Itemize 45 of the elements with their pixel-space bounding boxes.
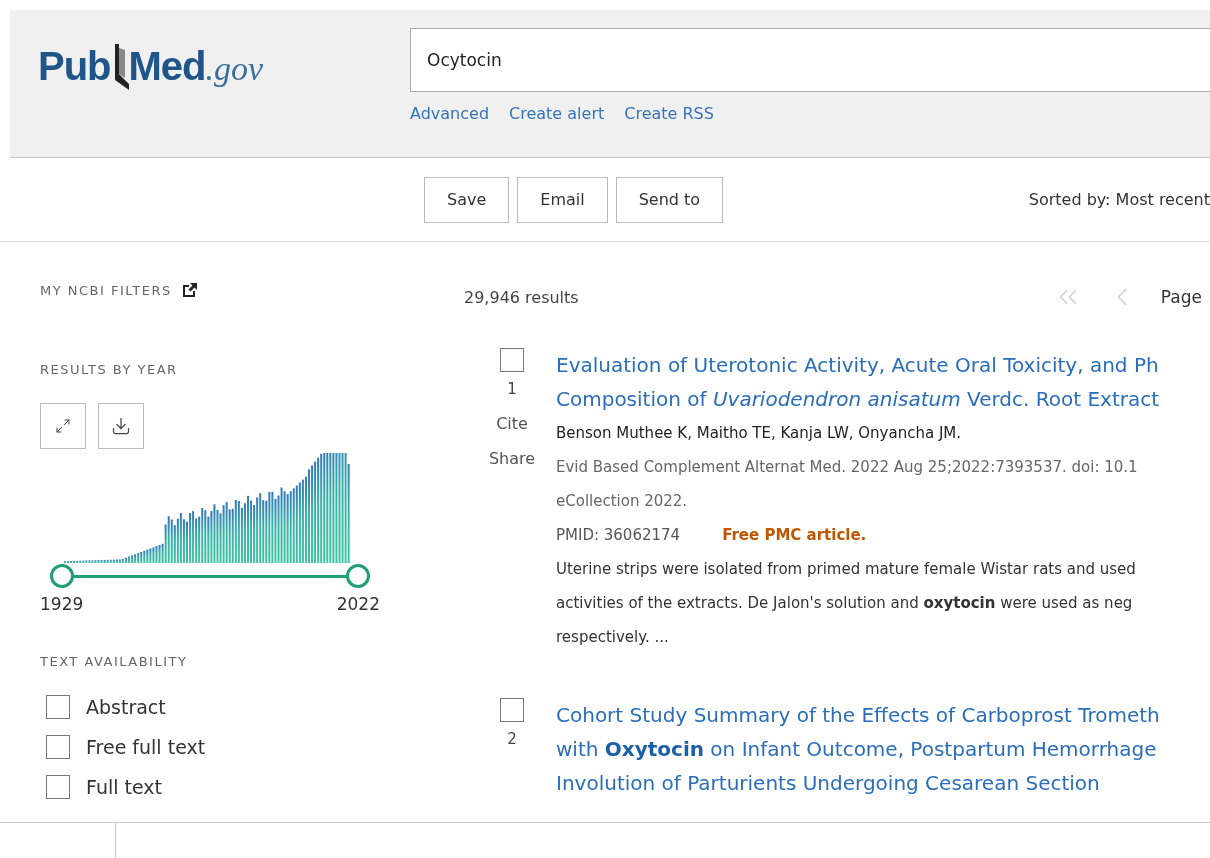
result-snippet: respectively. ...	[556, 627, 670, 648]
pubmed-logo[interactable]: Pub Med.gov	[38, 44, 264, 92]
checkbox[interactable]	[500, 348, 524, 372]
result-title[interactable]: with Oxytocin on Infant Outcome, Postpartum Hemorrhage	[556, 732, 1160, 766]
result-authors: Benson Muthee K, Maitho TE, Kanja LW, Onyancha JM.	[556, 423, 963, 444]
result-title[interactable]: Cohort Study Summary of the Effects of Carboprost Trometh	[556, 698, 1160, 732]
search-field[interactable]: Ocytocin	[410, 28, 1210, 92]
result-citation: eCollection 2022.	[556, 491, 689, 512]
result-action[interactable]: Cite	[496, 414, 528, 433]
filter-label[interactable]: Full text	[86, 776, 163, 798]
slider-handle[interactable]	[346, 564, 370, 588]
result-snippet: activities of the extracts. De Jalon's solution and oxytocin were used as neg	[556, 593, 1134, 614]
checkbox[interactable]	[46, 735, 70, 759]
checkbox[interactable]	[46, 695, 70, 719]
action-button[interactable]: Email	[517, 176, 608, 223]
section-heading: MY NCBI FILTERS	[40, 282, 172, 298]
result-snippet: Uterine strips were isolated from primed mature female Wistar rats and used	[556, 559, 1137, 580]
slider-handle[interactable]	[50, 564, 74, 588]
action-button[interactable]: Save	[424, 176, 510, 223]
checkbox[interactable]	[500, 698, 524, 722]
pmid-label: PMID: 36062174	[556, 525, 681, 546]
year-label: 1929	[40, 594, 84, 614]
result-action[interactable]: Share	[488, 449, 536, 468]
filter-label[interactable]: Free full text	[86, 736, 206, 758]
search-link[interactable]: Create RSS	[624, 104, 714, 123]
result-title[interactable]: Composition of Uvariodendron anisatum Verdc. Root Extract	[556, 382, 1160, 416]
result-number: 1	[507, 380, 517, 398]
search-link[interactable]: Create alert	[509, 104, 605, 123]
result-number: 2	[507, 730, 517, 748]
filter-label[interactable]: Abstract	[86, 696, 166, 718]
free-article-tag: Free PMC article.	[722, 518, 867, 552]
checkbox[interactable]	[46, 775, 70, 799]
section-heading: RESULTS BY YEAR	[40, 362, 178, 377]
section-heading: TEXT AVAILABILITY	[40, 654, 188, 669]
result-citation: Evid Based Complement Alternat Med. 2022 Aug 25;2022:7393537. doi: 10.1	[556, 457, 1139, 478]
sort-label[interactable]: Sorted by: Most recent	[1028, 190, 1210, 209]
result-title[interactable]: Involution of Parturients Undergoing Cesarean Section	[556, 766, 1160, 800]
result-title[interactable]: Evaluation of Uterotonic Activity, Acute Oral Toxicity, and Ph	[556, 348, 1160, 382]
external-link-icon[interactable]	[181, 282, 198, 298]
search-link[interactable]: Advanced	[410, 104, 490, 123]
action-button[interactable]: Send to	[615, 176, 724, 223]
year-label: 2022	[336, 594, 380, 614]
results-count: 29,946 results	[464, 287, 579, 307]
page-label: Page	[1160, 287, 1202, 307]
download-icon[interactable]	[98, 403, 144, 449]
